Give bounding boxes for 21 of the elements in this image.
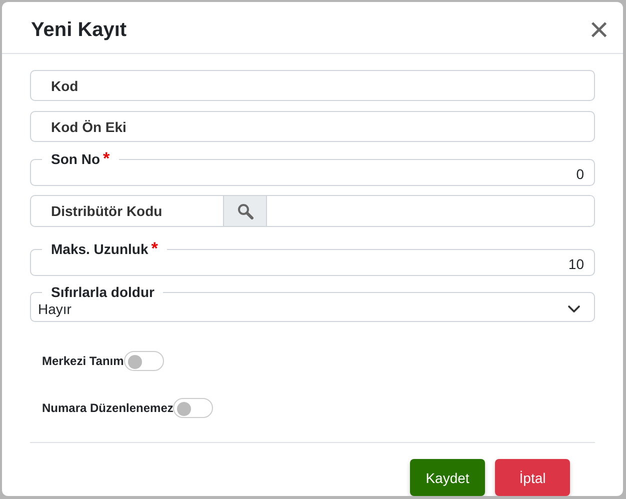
required-mark: * xyxy=(151,239,158,258)
toggle-switch[interactable] xyxy=(124,351,164,371)
toggle-label: Merkezi Tanım xyxy=(42,354,124,368)
select-field[interactable]: Sıfırlarla doldur Hayır xyxy=(30,285,595,322)
input-field[interactable]: Kod Ön Eki xyxy=(30,111,595,142)
required-mark: * xyxy=(103,149,110,168)
field-label: Sıfırlarla doldur xyxy=(51,284,154,300)
input-field[interactable]: Son No * 0 xyxy=(30,152,595,186)
field-label: Maks. Uzunluk xyxy=(51,241,148,257)
search-icon xyxy=(236,202,254,220)
close-button[interactable]: × xyxy=(585,13,613,47)
input-field[interactable]: Kod xyxy=(30,70,595,101)
lookup-field[interactable]: Distribütör Kodu xyxy=(30,195,595,227)
input-field[interactable]: Maks. Uzunluk * 10 xyxy=(30,242,595,276)
toggle-label: Numara Düzenlenemez xyxy=(42,401,174,415)
save-button[interactable]: Kaydet xyxy=(410,459,485,496)
dialog-title: Yeni Kayıt xyxy=(31,18,127,42)
field-label: Son No xyxy=(51,151,100,167)
toggle-switch[interactable] xyxy=(173,398,214,418)
search-button[interactable] xyxy=(224,196,267,226)
cancel-button[interactable]: İptal xyxy=(495,459,570,496)
